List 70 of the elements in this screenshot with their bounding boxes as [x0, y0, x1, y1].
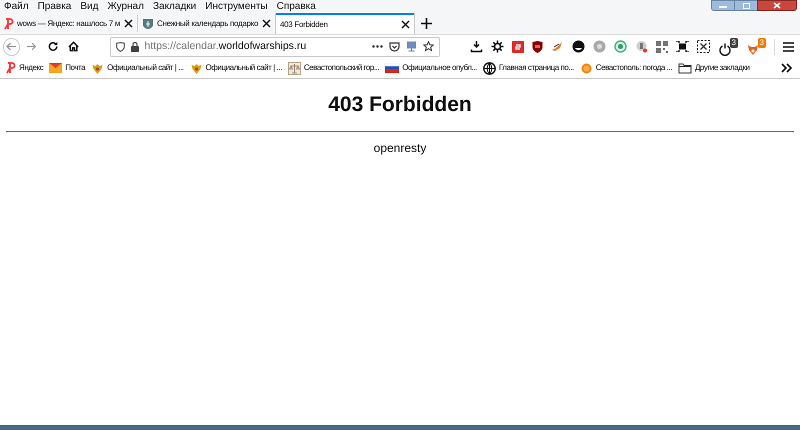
power-icon	[718, 42, 732, 56]
home-icon[interactable]	[68, 41, 80, 52]
extension-button[interactable]: 3	[718, 38, 738, 56]
chevron-right-icon[interactable]	[781, 63, 792, 73]
back-arrow-icon	[6, 42, 16, 51]
close-icon	[773, 2, 781, 9]
more-icon[interactable]	[372, 45, 383, 48]
eagle-emblem-icon	[190, 62, 203, 74]
menu-item[interactable]: Журнал	[107, 2, 144, 12]
scales-icon	[288, 62, 301, 74]
download-tray-icon[interactable]	[470, 40, 483, 53]
menu-item[interactable]: Вид	[80, 2, 98, 12]
page-heading: 403 Forbidden	[328, 92, 472, 118]
minimize-button[interactable]	[711, 0, 735, 11]
shield-icon	[116, 42, 124, 52]
tab-title: 403 Forbidden	[280, 18, 329, 30]
flag-icon	[385, 63, 400, 73]
tab-title: wows — Яндекс: нашлось 7 м	[17, 18, 121, 30]
browser-tab[interactable]: wows — Яндекс: нашлось 7 м	[0, 15, 138, 32]
qr-code-icon[interactable]	[656, 40, 668, 52]
sun-icon	[580, 62, 593, 74]
bookmark-item[interactable]: Яндекс	[6, 62, 44, 74]
menu-item[interactable]: Правка	[38, 2, 72, 12]
tab-title: Снежный календарь подарко	[157, 18, 259, 30]
lock-icon	[130, 42, 138, 52]
close-icon[interactable]	[124, 19, 133, 28]
back-button[interactable]	[3, 38, 20, 56]
menu-icon[interactable]	[783, 42, 794, 52]
forward-arrow-icon[interactable]	[26, 42, 36, 51]
bookmark-item[interactable]: Официальное опубл...	[385, 62, 477, 74]
restore-button[interactable]	[735, 0, 757, 11]
pocket-icon[interactable]	[389, 42, 400, 52]
eagle-emblem-icon	[91, 62, 104, 74]
close-icon[interactable]	[401, 20, 410, 29]
square-logo-icon[interactable]	[512, 40, 524, 52]
letter-y-icon	[6, 62, 16, 74]
bookmark-item[interactable]: Другие закладки	[678, 62, 750, 74]
url-text: https://calendar.worldofwarships.ru	[144, 38, 308, 54]
bookmark-item[interactable]: Севастопольский гор...	[288, 62, 380, 74]
letter-y-icon	[4, 18, 14, 30]
ring-icon[interactable]	[614, 40, 627, 53]
close-icon[interactable]	[262, 19, 271, 28]
plus-icon[interactable]	[421, 18, 432, 29]
shield-icon[interactable]	[532, 40, 543, 52]
server-name: openresty	[374, 141, 426, 155]
close-button[interactable]	[757, 0, 797, 11]
bookmark-item[interactable]: Официальный сайт | ...	[190, 62, 282, 74]
menu-item[interactable]: Справка	[276, 2, 316, 12]
dashed-square-icon[interactable]	[697, 40, 710, 53]
shield-icon	[142, 18, 154, 30]
count-badge: 3	[758, 38, 766, 48]
round-face-icon[interactable]	[572, 40, 585, 53]
address-bar[interactable]: https://calendar.worldofwarships.ru	[110, 36, 440, 56]
menu-item[interactable]: Инструменты	[205, 2, 268, 12]
bookmark-item[interactable]: Официальный сайт | ...	[91, 62, 184, 74]
folder-icon	[678, 62, 692, 74]
bookmark-item[interactable]: Главная страница по...	[482, 62, 574, 74]
globe-icon	[482, 62, 496, 74]
reload-icon[interactable]	[48, 41, 58, 52]
expand-icon[interactable]	[676, 41, 689, 52]
browser-tab[interactable]: 403 Forbidden	[276, 13, 414, 34]
monitor-icon[interactable]	[406, 41, 417, 52]
gear-icon[interactable]	[491, 40, 504, 53]
bookmark-item[interactable]: Почта	[49, 62, 86, 74]
envelope-icon	[49, 63, 62, 73]
menu-item[interactable]: Файл	[4, 2, 29, 12]
bookmark-item[interactable]: Севастополь: погода ...	[580, 62, 672, 74]
count-badge: 3	[730, 38, 738, 48]
star-icon[interactable]	[423, 41, 434, 52]
menu-item[interactable]: Закладки	[152, 2, 196, 12]
